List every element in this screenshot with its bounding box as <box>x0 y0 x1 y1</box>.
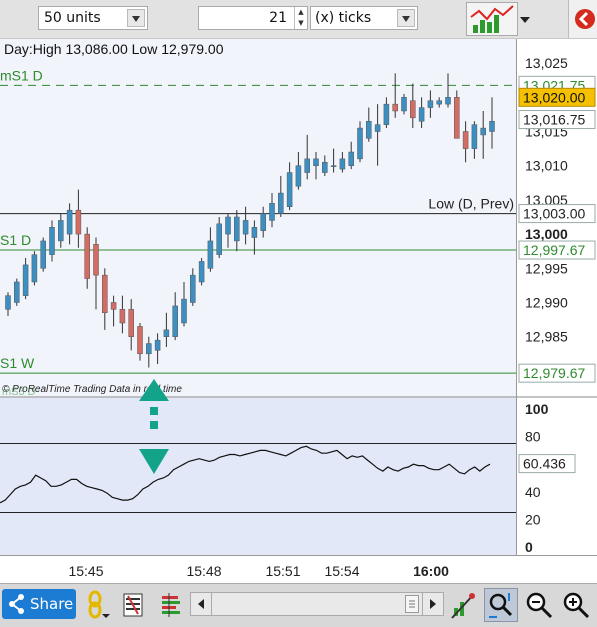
time-scrollbar[interactable] <box>190 592 444 616</box>
chart-type-dropdown[interactable] <box>518 2 532 36</box>
scroll-right-button[interactable] <box>422 593 443 615</box>
ticks-stepper[interactable]: 21 ▲ ▼ <box>198 6 308 30</box>
ticks-unit-value: (x) ticks <box>315 10 372 26</box>
svg-text:13,016.75: 13,016.75 <box>523 112 585 128</box>
time-axis-labels: 15:45 15:48 15:51 15:54 16:00 <box>68 563 449 579</box>
osc-tick-label: 20 <box>525 511 541 527</box>
scroll-thumb[interactable] <box>405 595 419 613</box>
time-tick-label: 15:48 <box>186 563 221 579</box>
level-price-box: 13,003.00 <box>518 204 596 224</box>
price-axis-labels: 13,02513,02013,01513,01013,00513,00012,9… <box>517 55 597 555</box>
price-tick-label: 13,025 <box>525 55 568 71</box>
stepper-arrows[interactable]: ▲ ▼ <box>294 7 307 29</box>
drawing-tool-button[interactable] <box>450 590 478 620</box>
osc-tick-label: 40 <box>525 484 541 500</box>
price-axis[interactable]: 13,02513,02013,01513,01013,00513,00012,9… <box>516 39 597 555</box>
level-label: mS1 D <box>0 67 43 83</box>
level-label: S1 D <box>0 232 31 248</box>
osc-value-box: 60.436 <box>518 454 576 474</box>
grip-icon <box>409 600 415 608</box>
zoom-in-icon <box>563 592 590 619</box>
zoom-fit-button[interactable] <box>484 588 518 622</box>
time-axis[interactable]: 15:45 15:48 15:51 15:54 16:00 <box>0 555 597 584</box>
share-icon <box>9 594 24 614</box>
scroll-left-button[interactable] <box>191 593 212 615</box>
ticks-value: 21 <box>269 10 287 26</box>
svg-text:13,020.00: 13,020.00 <box>523 89 585 105</box>
svg-text:60.436: 60.436 <box>523 456 566 472</box>
osc-tick-label: 0 <box>525 539 533 555</box>
osc-tick-label: 100 <box>525 401 549 417</box>
share-button[interactable]: Share <box>2 589 76 619</box>
svg-text:13,003.00: 13,003.00 <box>523 206 585 222</box>
candle[interactable] <box>454 90 460 139</box>
chart-area[interactable]: mS1 D Low (D, Prev) S1 D S1 W Day:High 13,0… <box>0 39 516 555</box>
current-price-box: 13,020.00 <box>518 87 596 107</box>
ticks-unit-select[interactable]: (x) ticks <box>310 6 418 30</box>
share-label: Share <box>30 595 74 613</box>
level-price-box: 12,997.67 <box>518 240 596 260</box>
level-label: Low (D, Prev) <box>428 196 514 212</box>
time-tick-label: 15:51 <box>265 563 300 579</box>
svg-text:12,979.67: 12,979.67 <box>523 365 585 381</box>
candle[interactable] <box>198 258 205 286</box>
bars-button[interactable] <box>158 592 184 618</box>
units-select[interactable]: 50 units <box>38 6 148 30</box>
time-tick-label: 16:00 <box>413 563 449 579</box>
level-price-box: 12,979.67 <box>518 363 596 383</box>
link-button[interactable] <box>84 590 112 620</box>
svg-text:12,997.67: 12,997.67 <box>523 242 585 258</box>
time-tick-label: 15:54 <box>324 563 359 579</box>
candle[interactable] <box>31 251 38 286</box>
indicator-icon <box>123 593 143 617</box>
candle[interactable] <box>14 278 20 306</box>
chevron-down-icon <box>520 17 530 23</box>
scroll-left-icon <box>198 599 204 609</box>
indicator-button[interactable] <box>122 592 146 618</box>
units-value: 50 units <box>44 10 101 26</box>
price-tick-label: 12,985 <box>525 329 568 345</box>
oscillator-label: mS3 D <box>2 386 36 398</box>
zoom-out-icon <box>526 592 553 619</box>
price-tick-label: 12,995 <box>525 260 568 276</box>
scroll-right-icon <box>430 599 436 609</box>
chevron-down-icon[interactable] <box>397 9 415 27</box>
price-tick-label: 13,000 <box>525 226 568 242</box>
red-arrow-icon <box>575 9 595 29</box>
zoom-in-button[interactable] <box>561 590 591 620</box>
chevron-down-icon[interactable] <box>127 9 145 27</box>
price-chart[interactable]: mS1 D Low (D, Prev) S1 D S1 W Day:High 13,0… <box>0 39 516 555</box>
drawing-tool-icon <box>451 593 475 619</box>
level-label: S1 W <box>0 355 35 371</box>
zoom-out-button[interactable] <box>524 590 554 620</box>
bottom-toolbar: Share <box>0 583 597 627</box>
price-tick-label: 13,010 <box>525 158 568 174</box>
osc-tick-label: 80 <box>525 429 541 445</box>
price-tick-label: 12,990 <box>525 295 568 311</box>
side-panel-toggle[interactable] <box>568 0 597 38</box>
chart-type-button[interactable] <box>466 2 518 36</box>
chart-icon <box>470 5 514 33</box>
link-icon <box>88 590 110 619</box>
toolbar: 50 units 21 ▲ ▼ (x) ticks <box>0 0 597 39</box>
time-tick-label: 15:45 <box>68 563 103 579</box>
candle[interactable] <box>40 237 46 272</box>
zoom-fit-icon <box>489 593 513 618</box>
bars-icon <box>162 593 180 617</box>
extra-price-box: 13,016.75 <box>518 110 596 130</box>
day-range-title: Day:High 13,086.00 Low 12,979.00 <box>4 41 224 57</box>
